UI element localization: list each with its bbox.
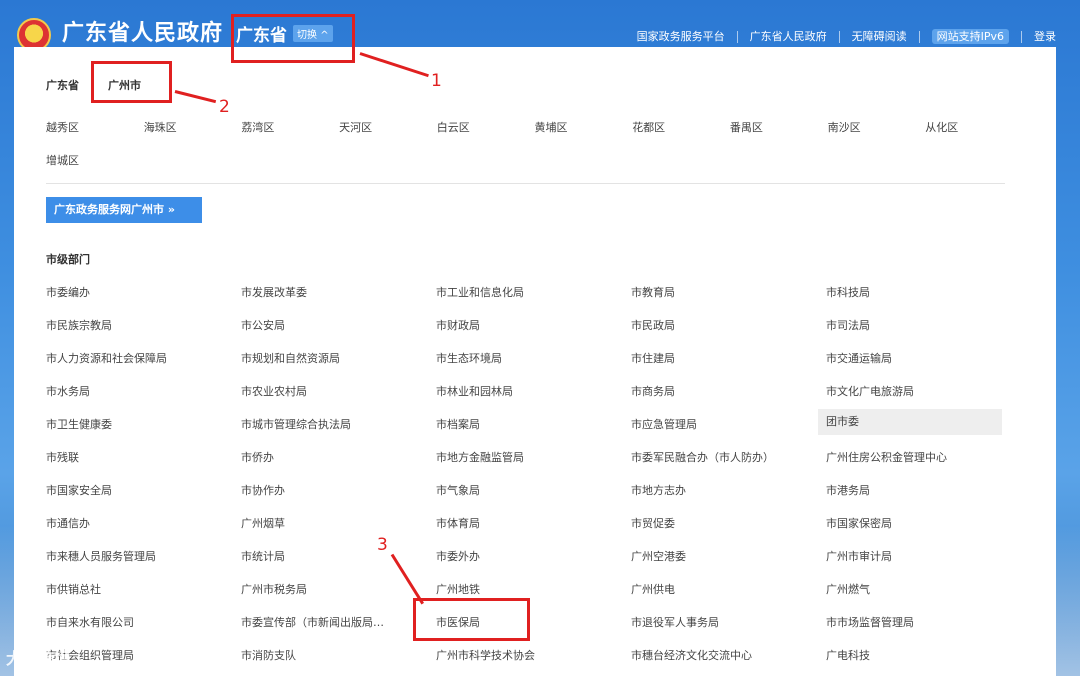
department-link[interactable]: 市公安局 <box>241 317 411 333</box>
region-dropdown-panel: 广东省 广州市 越秀区 海珠区 荔湾区 天河区 白云区 黄埔区 花都区 番禺区 南沙区 从化区 增城… <box>14 47 1056 676</box>
department-link[interactable]: 市社会组织管理局 <box>46 647 216 663</box>
divider <box>46 183 1005 184</box>
department-link[interactable]: 市委宣传部（市新闻出版局… <box>241 614 411 630</box>
department-link[interactable]: 市地方志办 <box>631 482 801 498</box>
department-link[interactable]: 广州市审计局 <box>826 548 996 564</box>
department-link[interactable]: 市应急管理局 <box>631 416 801 432</box>
crumb-province[interactable]: 广东省 <box>46 77 79 93</box>
department-link[interactable]: 市司法局 <box>826 317 996 333</box>
site-title: 广东省人民政府 <box>62 20 224 46</box>
department-link[interactable]: 市城市管理综合执法局 <box>241 416 411 432</box>
department-link[interactable]: 广州供电 <box>631 581 801 597</box>
section-title: 市级部门 <box>46 253 90 266</box>
department-link[interactable]: 市人力资源和社会保障局 <box>46 350 216 366</box>
department-link[interactable]: 市财政局 <box>436 317 606 333</box>
department-link[interactable]: 市供销总社 <box>46 581 216 597</box>
department-link[interactable]: 市发展改革委 <box>241 284 411 300</box>
department-link[interactable]: 市农业农村局 <box>241 383 411 399</box>
department-link[interactable]: 市消防支队 <box>241 647 411 663</box>
department-link[interactable]: 市穗台经济文化交流中心 <box>631 647 801 663</box>
department-link[interactable]: 市气象局 <box>436 482 606 498</box>
login-link[interactable]: 登录 <box>1022 31 1056 43</box>
department-link[interactable]: 广州住房公积金管理中心 <box>826 449 996 465</box>
district-link[interactable]: 增城区 <box>46 152 79 168</box>
link-ipv6: 网站支持IPv6 <box>920 29 1022 44</box>
link-national-service[interactable]: 国家政务服务平台 <box>625 31 738 43</box>
department-link[interactable]: 市退役军人事务局 <box>631 614 801 630</box>
department-link[interactable]: 市通信办 <box>46 515 216 531</box>
district-link[interactable]: 荔湾区 <box>241 119 274 135</box>
department-link[interactable]: 广州市科学技术协会 <box>436 647 606 663</box>
department-link[interactable]: 广电科技 <box>826 647 996 663</box>
watermark: 大数跨境 <box>6 649 71 668</box>
annotation-box-2 <box>91 61 172 103</box>
department-link[interactable]: 市科技局 <box>826 284 996 300</box>
district-link[interactable]: 从化区 <box>925 119 958 135</box>
district-link[interactable]: 南沙区 <box>828 119 861 135</box>
department-link[interactable]: 市委军民融合办（市人防办） <box>631 449 801 465</box>
annotation-number-3: 3 <box>377 535 388 555</box>
department-link[interactable]: 市民政局 <box>631 317 801 333</box>
department-link[interactable]: 市市场监督管理局 <box>826 614 996 630</box>
department-link[interactable]: 市民族宗教局 <box>46 317 216 333</box>
department-link[interactable]: 市侨办 <box>241 449 411 465</box>
department-link[interactable]: 市残联 <box>46 449 216 465</box>
department-link[interactable]: 市委外办 <box>436 548 606 564</box>
department-link[interactable]: 市来穗人员服务管理局 <box>46 548 216 564</box>
annotation-box-1 <box>231 14 355 63</box>
district-link[interactable]: 海珠区 <box>144 119 177 135</box>
department-link[interactable]: 广州空港委 <box>631 548 801 564</box>
annotation-number-2: 2 <box>219 97 230 117</box>
department-link[interactable]: 市协作办 <box>241 482 411 498</box>
district-link[interactable]: 黄埔区 <box>535 119 568 135</box>
department-link[interactable]: 市委编办 <box>46 284 216 300</box>
district-link[interactable]: 天河区 <box>339 119 372 135</box>
department-link[interactable]: 市自来水有限公司 <box>46 614 216 630</box>
department-link[interactable]: 市住建局 <box>631 350 801 366</box>
department-link[interactable]: 市生态环境局 <box>436 350 606 366</box>
department-link[interactable]: 广州地铁 <box>436 581 606 597</box>
top-links: 国家政务服务平台 广东省人民政府 无障碍阅读 网站支持IPv6 登录 <box>625 29 1056 44</box>
department-link[interactable]: 团市委 <box>818 409 1002 435</box>
department-link[interactable]: 市地方金融监管局 <box>436 449 606 465</box>
district-link[interactable]: 白云区 <box>437 119 470 135</box>
department-link[interactable]: 市教育局 <box>631 284 801 300</box>
department-link[interactable]: 市档案局 <box>436 416 606 432</box>
department-link[interactable]: 市贸促委 <box>631 515 801 531</box>
department-link[interactable]: 市卫生健康委 <box>46 416 216 432</box>
department-link[interactable]: 市文化广电旅游局 <box>826 383 996 399</box>
district-link[interactable]: 越秀区 <box>46 119 79 135</box>
department-link[interactable]: 市国家保密局 <box>826 515 996 531</box>
department-link[interactable]: 市港务局 <box>826 482 996 498</box>
annotation-number-1: 1 <box>431 71 442 91</box>
district-link[interactable]: 番禺区 <box>730 119 763 135</box>
ipv6-badge: 网站支持IPv6 <box>931 29 1009 44</box>
department-link[interactable]: 广州燃气 <box>826 581 996 597</box>
department-link[interactable]: 市林业和园林局 <box>436 383 606 399</box>
department-link[interactable]: 市水务局 <box>46 383 216 399</box>
department-link[interactable]: 市体育局 <box>436 515 606 531</box>
department-link[interactable]: 广州烟草 <box>241 515 411 531</box>
department-link[interactable]: 市交通运输局 <box>826 350 996 366</box>
link-accessibility[interactable]: 无障碍阅读 <box>840 31 920 43</box>
department-link[interactable]: 市规划和自然资源局 <box>241 350 411 366</box>
department-link[interactable]: 市工业和信息化局 <box>436 284 606 300</box>
guangzhou-service-link[interactable]: 广东政务服务网广州市 » <box>46 197 202 223</box>
annotation-box-3 <box>413 598 530 641</box>
department-link[interactable]: 市商务局 <box>631 383 801 399</box>
link-provincial-gov[interactable]: 广东省人民政府 <box>738 31 840 43</box>
department-link[interactable]: 广州市税务局 <box>241 581 411 597</box>
department-link[interactable]: 市国家安全局 <box>46 482 216 498</box>
district-link[interactable]: 花都区 <box>632 119 665 135</box>
